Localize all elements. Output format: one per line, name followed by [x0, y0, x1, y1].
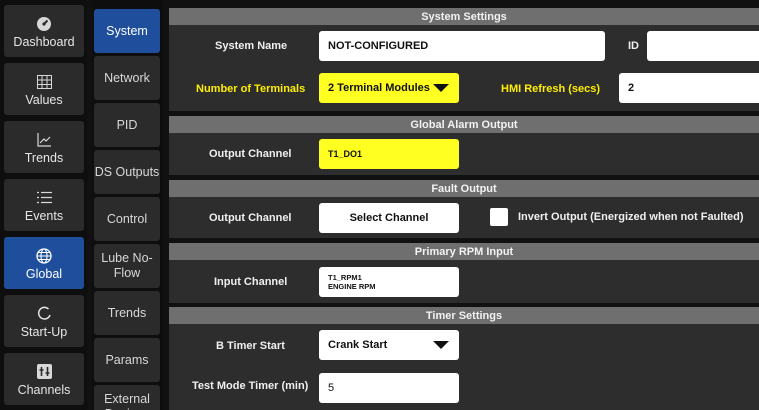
- rpm-input-channel-button[interactable]: T1_RPM1 ENGINE RPM: [319, 267, 459, 297]
- id-label: ID: [628, 40, 639, 52]
- subnav-item-system[interactable]: System: [94, 9, 160, 53]
- system-settings-section: System Name NOT-CONFIGURED ID Number of …: [169, 25, 759, 111]
- input-channel-label: Input Channel: [214, 276, 288, 288]
- gauge-icon: [36, 14, 52, 34]
- subnav-item-external-devices[interactable]: External Devices: [94, 385, 160, 410]
- b-timer-start-label: B Timer Start: [216, 340, 285, 352]
- nav-label: Trends: [24, 150, 64, 165]
- test-mode-timer-field[interactable]: 5: [319, 373, 459, 403]
- subnav-item-pid[interactable]: PID: [94, 103, 160, 147]
- rpm-channel-description: ENGINE RPM: [328, 282, 376, 291]
- section-header-global-alarm: Global Alarm Output: [169, 116, 759, 133]
- fault-output-section: Output Channel Select Channel Invert Out…: [169, 197, 759, 238]
- refresh-icon: [37, 304, 52, 324]
- section-header-rpm-input: Primary RPM Input: [169, 243, 759, 260]
- b-timer-start-dropdown[interactable]: Crank Start: [319, 330, 459, 360]
- nav-item-dashboard[interactable]: Dashboard: [4, 5, 84, 57]
- test-mode-timer-label: Test Mode Timer (min): [192, 380, 309, 392]
- nav-label: Global: [25, 266, 63, 281]
- globe-icon: [36, 246, 52, 266]
- nav-item-trends[interactable]: Trends: [4, 121, 84, 173]
- invert-output-checkbox[interactable]: [490, 208, 508, 226]
- nav-label: Channels: [17, 382, 71, 397]
- system-name-field[interactable]: NOT-CONFIGURED: [319, 31, 605, 61]
- hmi-refresh-field[interactable]: 2: [619, 73, 759, 103]
- settings-panel: System Settings System Name NOT-CONFIGUR…: [169, 0, 759, 410]
- list-icon: [36, 188, 52, 208]
- invert-output-label: Invert Output (Energized when not Faulte…: [518, 211, 744, 223]
- subnav-item-trends[interactable]: Trends: [94, 291, 160, 335]
- rpm-channel-id: T1_RPM1: [328, 273, 362, 282]
- timer-settings-section: B Timer Start Crank Start Test Mode Time…: [169, 324, 759, 410]
- system-name-label: System Name: [215, 40, 288, 52]
- section-header-fault-output: Fault Output: [169, 180, 759, 197]
- b-timer-start-value: Crank Start: [328, 339, 388, 351]
- terminals-value: 2 Terminal Modules: [328, 82, 430, 94]
- nav-item-start-up[interactable]: Start-Up: [4, 295, 84, 347]
- grid-icon: [36, 72, 52, 92]
- primary-nav: Dashboard Values Trends Events Global St…: [0, 0, 87, 410]
- subnav-item-network[interactable]: Network: [94, 56, 160, 100]
- sub-nav: System Network PID DS Outputs Control Lu…: [92, 0, 163, 410]
- global-alarm-channel-button[interactable]: T1_DO1: [319, 139, 459, 169]
- terminals-dropdown[interactable]: 2 Terminal Modules: [319, 73, 459, 103]
- hmi-refresh-label: HMI Refresh (secs): [501, 83, 601, 95]
- nav-label: Dashboard: [13, 34, 75, 49]
- nav-label: Events: [24, 208, 64, 223]
- subnav-item-ds-outputs[interactable]: DS Outputs: [94, 150, 160, 194]
- output-channel-label: Output Channel: [209, 148, 292, 160]
- subnav-item-control[interactable]: Control: [94, 197, 160, 241]
- nav-item-events[interactable]: Events: [4, 179, 84, 231]
- subnav-item-lube-no-flow[interactable]: Lube No-Flow: [94, 244, 160, 288]
- section-header-system-settings: System Settings: [169, 8, 759, 25]
- nav-item-values[interactable]: Values: [4, 63, 84, 115]
- caret-down-icon: [433, 84, 449, 92]
- nav-label: Values: [25, 92, 63, 107]
- output-channel-label: Output Channel: [209, 212, 292, 224]
- select-channel-button[interactable]: Select Channel: [319, 203, 459, 233]
- io-icon: [36, 362, 52, 382]
- section-header-timer-settings: Timer Settings: [169, 307, 759, 324]
- nav-item-global[interactable]: Global: [4, 237, 84, 289]
- id-field[interactable]: [647, 31, 759, 61]
- nav-item-channels[interactable]: Channels: [4, 353, 84, 405]
- subnav-item-params[interactable]: Params: [94, 338, 160, 382]
- caret-down-icon: [433, 341, 449, 349]
- rpm-input-section: Input Channel T1_RPM1 ENGINE RPM: [169, 260, 759, 303]
- line-chart-icon: [36, 130, 52, 150]
- global-alarm-section: Output Channel T1_DO1: [169, 133, 759, 175]
- nav-label: Start-Up: [20, 324, 68, 339]
- terminals-label: Number of Terminals: [196, 83, 306, 95]
